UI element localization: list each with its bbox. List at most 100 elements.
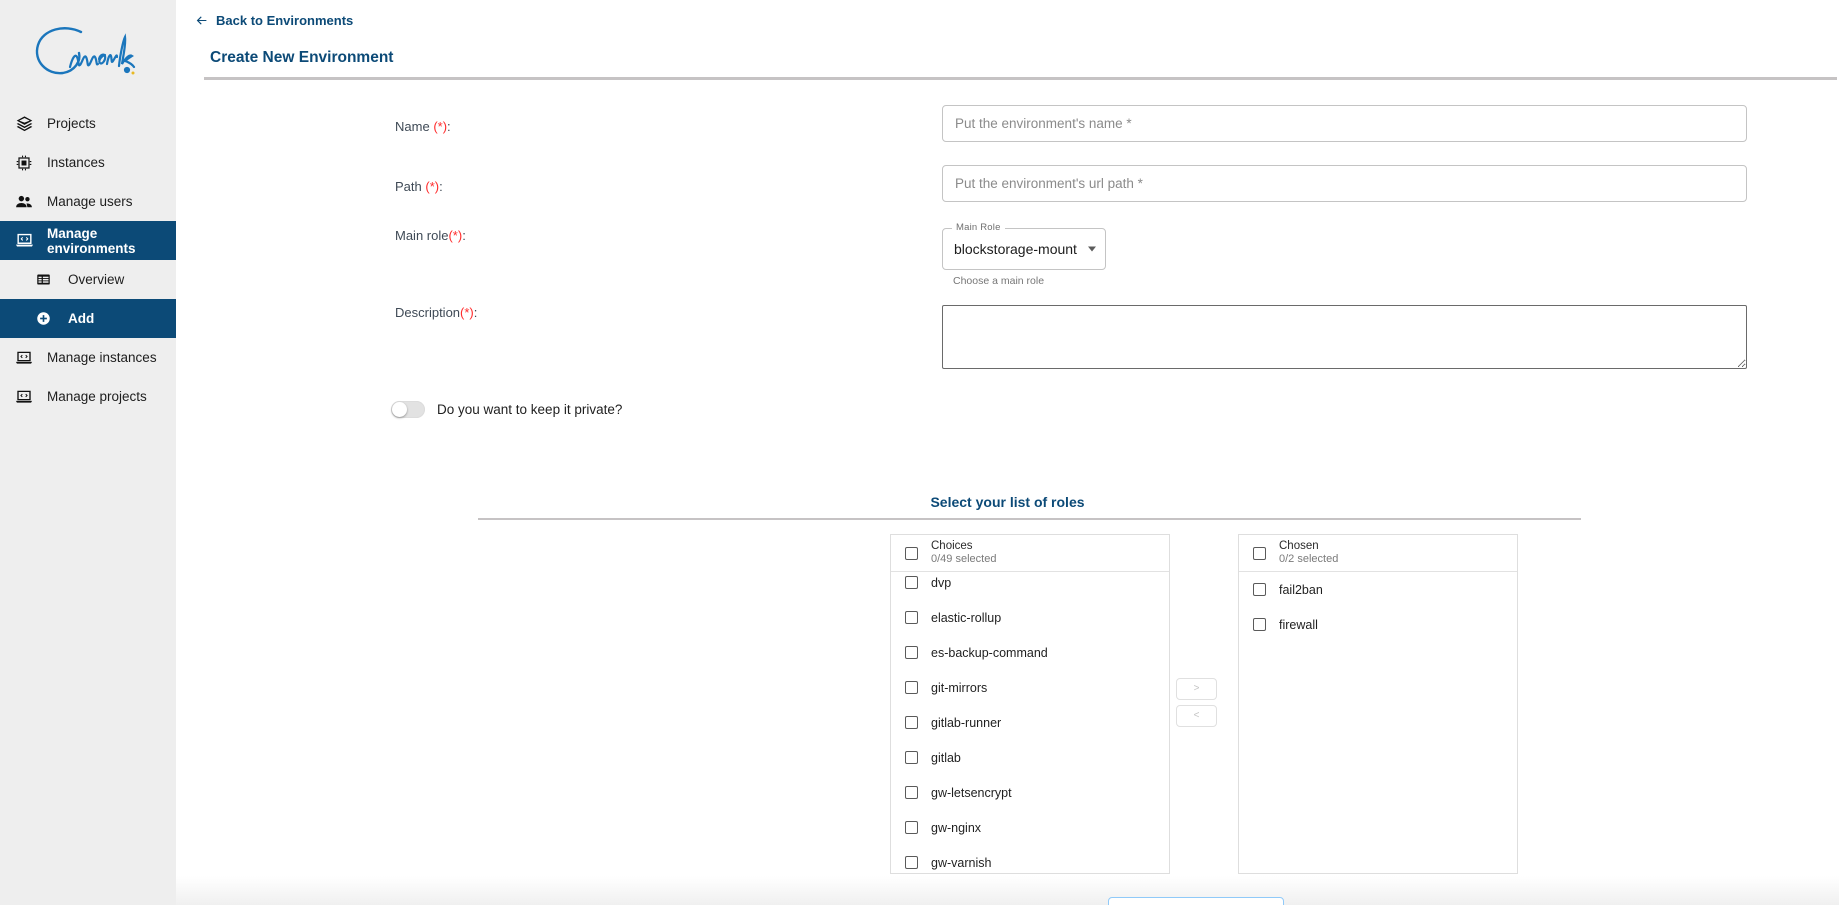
description-field-label: Description(*): bbox=[395, 305, 478, 320]
private-toggle[interactable] bbox=[391, 401, 425, 418]
sidebar-item-projects[interactable]: Projects bbox=[0, 104, 176, 143]
row-label: git-mirrors bbox=[931, 680, 988, 695]
sidebar-item-label: Instances bbox=[47, 155, 105, 170]
sidebar-nav: Projects Instances Manage users Manage e… bbox=[0, 104, 176, 416]
row-checkbox[interactable] bbox=[905, 751, 918, 764]
row-checkbox[interactable] bbox=[905, 716, 918, 729]
plus-circle-icon bbox=[32, 308, 54, 330]
chosen-scroll-area[interactable]: fail2ban firewall bbox=[1239, 572, 1517, 873]
row-label: firewall bbox=[1279, 617, 1318, 632]
laptop-code-icon bbox=[13, 386, 35, 408]
sidebar: Projects Instances Manage users Manage e… bbox=[0, 0, 176, 905]
chip-icon bbox=[13, 152, 35, 174]
path-input[interactable] bbox=[942, 165, 1747, 202]
table-list-icon bbox=[32, 269, 54, 291]
choices-select-all-checkbox[interactable] bbox=[905, 546, 918, 560]
move-to-chosen-button[interactable]: > bbox=[1176, 678, 1217, 700]
choices-header[interactable]: Choices 0/49 selected bbox=[891, 535, 1169, 572]
main-role-field-label: Main role(*): bbox=[395, 228, 466, 243]
sidebar-item-overview[interactable]: Overview bbox=[0, 260, 176, 299]
row-checkbox[interactable] bbox=[905, 576, 918, 589]
chosen-list-item[interactable]: fail2ban bbox=[1239, 572, 1517, 607]
row-label: dvp bbox=[931, 575, 952, 590]
choices-title: Choices bbox=[931, 540, 973, 553]
users-icon bbox=[13, 191, 35, 213]
sidebar-item-label: Projects bbox=[47, 116, 96, 131]
chosen-counter: 0/2 selected bbox=[1279, 553, 1339, 566]
sidebar-item-manage-environments[interactable]: Manage environments bbox=[0, 221, 176, 260]
row-checkbox[interactable] bbox=[1253, 618, 1266, 631]
choices-list-item[interactable]: es-backup-command bbox=[891, 635, 1169, 670]
move-to-choices-button[interactable]: < bbox=[1176, 705, 1217, 727]
sidebar-item-instances[interactable]: Instances bbox=[0, 143, 176, 182]
choices-list-item[interactable]: dvp bbox=[891, 572, 1169, 600]
name-input[interactable] bbox=[942, 105, 1747, 142]
sidebar-item-add[interactable]: Add bbox=[0, 299, 176, 338]
sidebar-item-label: Overview bbox=[68, 272, 125, 287]
choices-list-item[interactable]: gw-varnish bbox=[891, 845, 1169, 873]
chosen-title: Chosen bbox=[1279, 540, 1319, 553]
sidebar-item-label: Manage environments bbox=[47, 225, 136, 256]
sidebar-item-label: Manage instances bbox=[47, 350, 157, 365]
row-checkbox[interactable] bbox=[905, 611, 918, 624]
row-checkbox[interactable] bbox=[905, 786, 918, 799]
choices-list-item[interactable]: gw-nginx bbox=[891, 810, 1169, 845]
main-role-select[interactable]: Main Role blockstorage-mount bbox=[942, 222, 1106, 270]
row-label: elastic-rollup bbox=[931, 610, 1002, 625]
chosen-list: fail2ban firewall bbox=[1239, 572, 1517, 642]
choices-scroll-area[interactable]: dvp elastic-rollup es-backup-command git-mi… bbox=[891, 572, 1169, 873]
choices-list-item[interactable]: gw-letsencrypt bbox=[891, 775, 1169, 810]
path-field-label: Path (*): bbox=[395, 179, 443, 194]
comwork-logo-icon bbox=[35, 27, 136, 75]
row-checkbox[interactable] bbox=[905, 856, 918, 869]
chosen-panel: Chosen 0/2 selected fail2ban firewall bbox=[1238, 534, 1518, 874]
sidebar-item-label: Manage projects bbox=[47, 389, 147, 404]
row-label: gw-nginx bbox=[931, 820, 982, 835]
laptop-code-icon bbox=[13, 347, 35, 369]
main-role-helper-text: Choose a main role bbox=[953, 275, 1045, 287]
bottom-fade bbox=[176, 876, 1839, 905]
chosen-header[interactable]: Chosen 0/2 selected bbox=[1239, 535, 1517, 572]
back-link-label: Back to Environments bbox=[216, 13, 354, 28]
row-label: es-backup-command bbox=[931, 645, 1048, 660]
row-label: gitlab-runner bbox=[931, 715, 1002, 730]
name-field-label: Name (*): bbox=[395, 119, 451, 134]
roles-divider bbox=[478, 518, 1581, 520]
brand-logo[interactable] bbox=[0, 0, 176, 104]
choices-list-item[interactable]: gitlab bbox=[891, 740, 1169, 775]
sidebar-item-label: Manage users bbox=[47, 194, 133, 209]
row-checkbox[interactable] bbox=[1253, 583, 1266, 596]
description-textarea[interactable] bbox=[942, 305, 1747, 369]
submit-button[interactable] bbox=[1108, 897, 1284, 905]
main-role-legend: Main Role bbox=[952, 222, 1005, 233]
chosen-select-all-checkbox[interactable] bbox=[1253, 546, 1266, 560]
choices-counter: 0/49 selected bbox=[931, 553, 997, 566]
sidebar-item-manage-instances[interactable]: Manage instances bbox=[0, 338, 176, 377]
main-content: Back to Environments Create New Environm… bbox=[176, 0, 1839, 905]
choices-panel: Choices 0/49 selected dvp elastic-rollup e… bbox=[890, 534, 1170, 874]
chosen-list-item[interactable]: firewall bbox=[1239, 607, 1517, 642]
sidebar-item-label: Add bbox=[68, 311, 95, 326]
row-checkbox[interactable] bbox=[905, 821, 918, 834]
row-checkbox[interactable] bbox=[905, 681, 918, 694]
sidebar-item-manage-projects[interactable]: Manage projects bbox=[0, 377, 176, 416]
row-checkbox[interactable] bbox=[905, 646, 918, 659]
roles-section-title: Select your list of roles bbox=[930, 494, 1085, 510]
back-to-environments-link[interactable]: Back to Environments bbox=[194, 13, 353, 28]
page-title: Create New Environment bbox=[210, 49, 394, 66]
main-role-select-box[interactable]: Main Role blockstorage-mount bbox=[942, 222, 1106, 270]
chevron-down-icon bbox=[1088, 246, 1096, 252]
choices-list-item[interactable]: elastic-rollup bbox=[891, 600, 1169, 635]
choices-list-item[interactable]: gitlab-runner bbox=[891, 705, 1169, 740]
choices-list-item[interactable]: git-mirrors bbox=[891, 670, 1169, 705]
transfer-buttons: > < bbox=[1176, 678, 1217, 732]
private-toggle-label: Do you want to keep it private? bbox=[437, 402, 623, 417]
private-toggle-row: Do you want to keep it private? bbox=[391, 401, 622, 418]
layers-icon bbox=[13, 113, 35, 135]
row-label: fail2ban bbox=[1279, 582, 1323, 597]
app-root: Projects Instances Manage users Manage e… bbox=[0, 0, 1839, 905]
title-divider bbox=[204, 77, 1837, 80]
choices-list: dvp elastic-rollup es-backup-command git-mi… bbox=[891, 572, 1169, 873]
sidebar-item-manage-users[interactable]: Manage users bbox=[0, 182, 176, 221]
laptop-code-icon bbox=[13, 230, 35, 252]
